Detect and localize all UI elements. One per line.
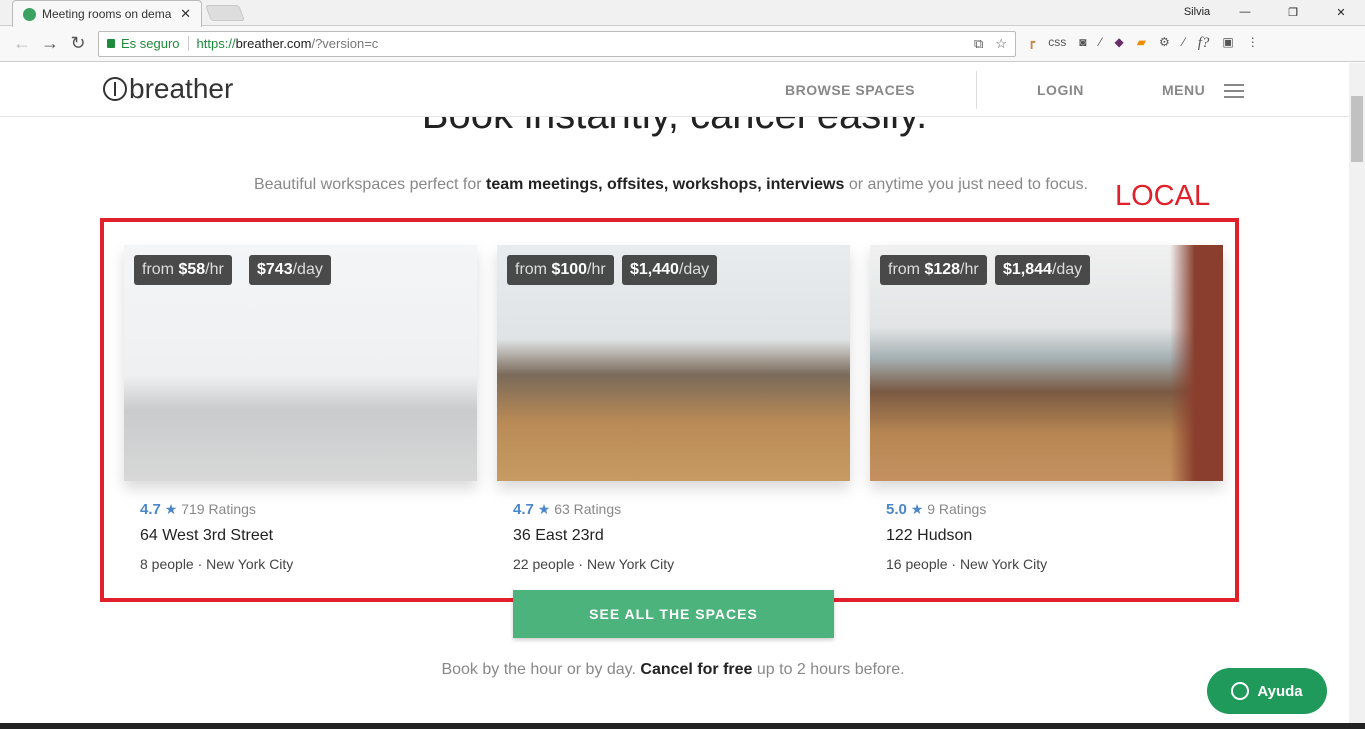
secure-label: Es seguro <box>121 36 180 51</box>
space-card[interactable]: from $128/hr $1,844/day 5.0 ★ 9 Ratings … <box>870 245 1223 572</box>
browse-spaces-link[interactable]: BROWSE SPACES <box>785 82 915 98</box>
browser-tab[interactable]: Meeting rooms on dema ✕ <box>12 0 202 27</box>
space-card[interactable]: from $58/hr $743/day 4.7 ★ 719 Ratings 6… <box>124 245 477 572</box>
minimize-button[interactable]: — <box>1221 6 1269 18</box>
rating: 5.0 ★ 9 Ratings <box>886 501 987 518</box>
space-card[interactable]: from $100/hr $1,440/day 4.7 ★ 63 Ratings… <box>497 245 850 572</box>
space-info: 8 people · New York City <box>140 556 294 572</box>
daily-price-badge: $743/day <box>249 255 331 285</box>
space-photo[interactable]: from $58/hr $743/day <box>124 245 477 481</box>
page: breather BROWSE SPACES LOGIN MENU Book i… <box>0 63 1349 729</box>
scrollbar[interactable] <box>1349 63 1365 723</box>
star-icon[interactable]: ☆ <box>995 36 1007 52</box>
space-name[interactable]: 64 West 3rd Street <box>140 527 477 545</box>
star-icon: ★ <box>164 501 178 517</box>
taskbar <box>0 723 1365 729</box>
eyedropper-icon[interactable]: ⁄ <box>1183 35 1185 52</box>
space-info: 16 people · New York City <box>886 556 1048 572</box>
translate-icon[interactable]: ⧉ <box>974 36 983 52</box>
space-info: 22 people · New York City <box>513 556 675 572</box>
lock-icon <box>107 39 115 48</box>
space-name[interactable]: 36 East 23rd <box>513 527 850 545</box>
breather-logo[interactable]: breather <box>103 73 233 105</box>
new-tab-button[interactable] <box>205 5 245 21</box>
camera-icon[interactable]: ◙ <box>1079 35 1086 52</box>
extensions: ┏ css ◙ ⁄ ◆ ▰ ⚙ ⁄ f? ▣ ⋮ <box>1028 35 1259 52</box>
daily-price-badge: $1,440/day <box>622 255 718 285</box>
star-icon: ★ <box>910 501 924 517</box>
nav-divider <box>976 71 977 109</box>
scrollbar-thumb[interactable] <box>1351 96 1363 162</box>
site-header: breather BROWSE SPACES LOGIN MENU <box>0 63 1349 117</box>
restore-button[interactable]: ❐ <box>1269 6 1317 19</box>
tab-bar: Meeting rooms on dema ✕ Silvia — ❐ ✕ <box>0 0 1365 27</box>
tab-title: Meeting rooms on dema <box>42 7 172 21</box>
chrome-menu-icon[interactable]: ⋮ <box>1247 35 1259 52</box>
toolbar: ← → ↻ Es seguro https://breather.com/?ve… <box>0 26 1365 62</box>
favicon-icon <box>23 7 36 21</box>
address-bar[interactable]: Es seguro https://breather.com/?version=… <box>98 30 1016 57</box>
login-link[interactable]: LOGIN <box>1037 82 1084 98</box>
url-text[interactable]: https://breather.com/?version=c <box>189 36 379 51</box>
menu-button[interactable]: MENU <box>1162 82 1205 98</box>
rating: 4.7 ★ 719 Ratings <box>140 501 256 518</box>
layers-icon[interactable]: ◆ <box>1115 35 1124 52</box>
hamburger-icon[interactable] <box>1224 84 1244 102</box>
rating: 4.7 ★ 63 Ratings <box>513 501 622 518</box>
forward-icon[interactable]: → <box>36 33 64 54</box>
css-icon[interactable]: css <box>1048 35 1066 52</box>
close-tab-icon[interactable]: ✕ <box>180 6 191 22</box>
ruler-icon[interactable]: ┏ <box>1028 35 1035 52</box>
chat-bubble-icon <box>1231 682 1250 700</box>
space-photo[interactable]: from $100/hr $1,440/day <box>497 245 850 481</box>
see-all-spaces-button[interactable]: SEE ALL THE SPACES <box>513 590 834 638</box>
bulb-icon[interactable]: ▣ <box>1222 35 1233 52</box>
eyedropper-icon[interactable]: ⁄ <box>1099 35 1101 52</box>
font-icon[interactable]: f? <box>1198 35 1210 52</box>
help-chat-button[interactable]: Ayuda <box>1207 668 1327 714</box>
space-photo[interactable]: from $128/hr $1,844/day <box>870 245 1223 481</box>
hourly-price-badge: from $128/hr <box>880 255 987 285</box>
hourly-price-badge: from $58/hr <box>134 255 232 285</box>
tree-logo-icon <box>103 77 127 101</box>
footer-note: Book by the hour or by day. Cancel for f… <box>441 661 905 678</box>
tag-icon[interactable]: ▰ <box>1137 35 1146 52</box>
hourly-price-badge: from $100/hr <box>507 255 614 285</box>
gear-icon[interactable]: ⚙ <box>1159 35 1170 52</box>
profile-name[interactable]: Silvia <box>1173 6 1221 18</box>
annotation-label: LOCAL <box>1115 180 1211 212</box>
back-icon[interactable]: ← <box>8 33 36 54</box>
reload-icon[interactable]: ↻ <box>64 33 92 54</box>
star-icon: ★ <box>537 501 551 517</box>
space-name[interactable]: 122 Hudson <box>886 527 1223 545</box>
close-window-button[interactable]: ✕ <box>1317 6 1365 19</box>
daily-price-badge: $1,844/day <box>995 255 1091 285</box>
